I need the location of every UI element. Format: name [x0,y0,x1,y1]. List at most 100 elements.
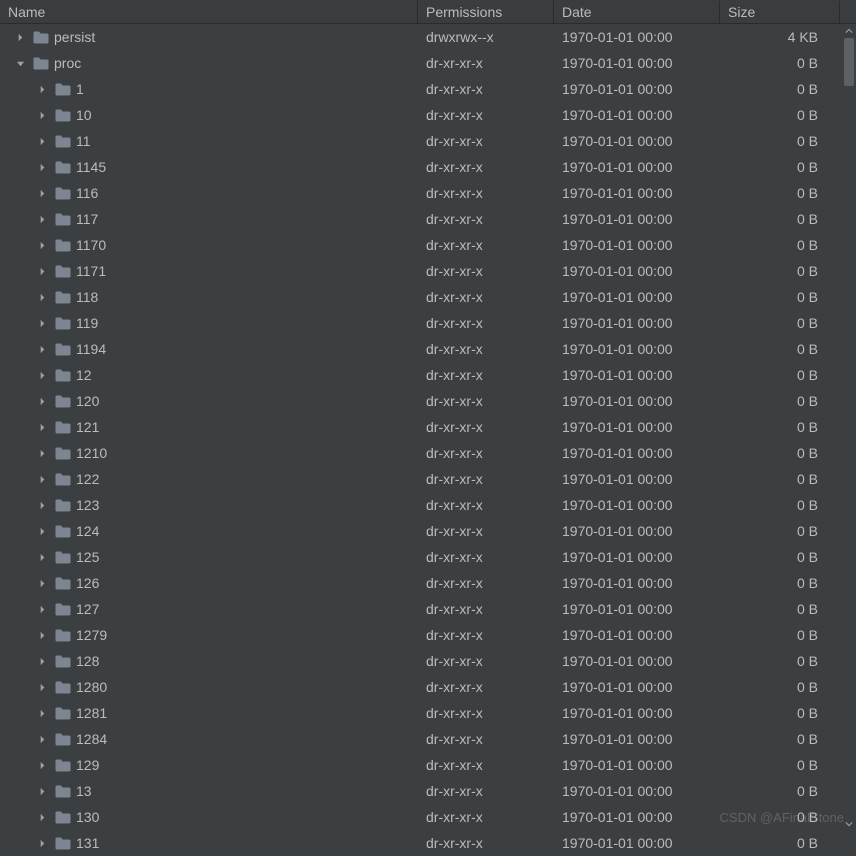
column-header-name[interactable]: Name [0,1,418,23]
table-row[interactable]: 126dr-xr-xr-x1970-01-01 00:000 B [0,570,856,596]
table-row[interactable]: 1170dr-xr-xr-x1970-01-01 00:000 B [0,232,856,258]
name-cell[interactable]: 130 [0,809,418,825]
name-cell[interactable]: 10 [0,107,418,123]
name-cell[interactable]: 1194 [0,341,418,357]
table-row[interactable]: 1280dr-xr-xr-x1970-01-01 00:000 B [0,674,856,700]
name-cell[interactable]: 13 [0,783,418,799]
name-cell[interactable]: 11 [0,133,418,149]
chevron-right-icon[interactable] [34,705,50,721]
chevron-right-icon[interactable] [34,809,50,825]
table-row[interactable]: 119dr-xr-xr-x1970-01-01 00:000 B [0,310,856,336]
table-row[interactable]: 128dr-xr-xr-x1970-01-01 00:000 B [0,648,856,674]
name-cell[interactable]: 1280 [0,679,418,695]
chevron-right-icon[interactable] [34,393,50,409]
chevron-right-icon[interactable] [34,367,50,383]
scrollbar-thumb[interactable] [844,38,854,86]
chevron-right-icon[interactable] [34,601,50,617]
chevron-right-icon[interactable] [12,29,28,45]
chevron-right-icon[interactable] [34,289,50,305]
table-row[interactable]: persistdrwxrwx--x1970-01-01 00:004 KB [0,24,856,50]
table-row[interactable]: 12dr-xr-xr-x1970-01-01 00:000 B [0,362,856,388]
name-cell[interactable]: 125 [0,549,418,565]
chevron-right-icon[interactable] [34,315,50,331]
table-row[interactable]: 123dr-xr-xr-x1970-01-01 00:000 B [0,492,856,518]
table-row[interactable]: 118dr-xr-xr-x1970-01-01 00:000 B [0,284,856,310]
table-row[interactable]: 129dr-xr-xr-x1970-01-01 00:000 B [0,752,856,778]
name-cell[interactable]: 118 [0,289,418,305]
column-header-date[interactable]: Date [554,1,720,23]
table-row[interactable]: 1284dr-xr-xr-x1970-01-01 00:000 B [0,726,856,752]
name-cell[interactable]: 1281 [0,705,418,721]
table-row[interactable]: 121dr-xr-xr-x1970-01-01 00:000 B [0,414,856,440]
column-header-size[interactable]: Size [720,1,840,23]
name-cell[interactable]: 1170 [0,237,418,253]
table-row[interactable]: 11dr-xr-xr-x1970-01-01 00:000 B [0,128,856,154]
name-cell[interactable]: persist [0,29,418,45]
table-row[interactable]: 1145dr-xr-xr-x1970-01-01 00:000 B [0,154,856,180]
scroll-up-arrow-icon[interactable] [842,24,856,38]
name-cell[interactable]: 121 [0,419,418,435]
table-row[interactable]: 1281dr-xr-xr-x1970-01-01 00:000 B [0,700,856,726]
table-row[interactable]: 125dr-xr-xr-x1970-01-01 00:000 B [0,544,856,570]
name-cell[interactable]: 127 [0,601,418,617]
table-row[interactable]: 120dr-xr-xr-x1970-01-01 00:000 B [0,388,856,414]
name-cell[interactable]: 124 [0,523,418,539]
name-cell[interactable]: 1284 [0,731,418,747]
chevron-right-icon[interactable] [34,731,50,747]
chevron-right-icon[interactable] [34,497,50,513]
name-cell[interactable]: 120 [0,393,418,409]
table-row[interactable]: 131dr-xr-xr-x1970-01-01 00:000 B [0,830,856,856]
name-cell[interactable]: 12 [0,367,418,383]
chevron-right-icon[interactable] [34,523,50,539]
name-cell[interactable]: 128 [0,653,418,669]
name-cell[interactable]: 129 [0,757,418,773]
table-row[interactable]: 122dr-xr-xr-x1970-01-01 00:000 B [0,466,856,492]
chevron-right-icon[interactable] [34,159,50,175]
chevron-right-icon[interactable] [34,211,50,227]
name-cell[interactable]: 116 [0,185,418,201]
chevron-right-icon[interactable] [34,653,50,669]
table-row[interactable]: 116dr-xr-xr-x1970-01-01 00:000 B [0,180,856,206]
chevron-right-icon[interactable] [34,237,50,253]
chevron-right-icon[interactable] [34,445,50,461]
chevron-down-icon[interactable] [12,55,28,71]
chevron-right-icon[interactable] [34,471,50,487]
scroll-down-arrow-icon[interactable] [842,817,856,831]
table-row[interactable]: 1210dr-xr-xr-x1970-01-01 00:000 B [0,440,856,466]
chevron-right-icon[interactable] [34,107,50,123]
name-cell[interactable]: proc [0,55,418,71]
name-cell[interactable]: 117 [0,211,418,227]
name-cell[interactable]: 123 [0,497,418,513]
chevron-right-icon[interactable] [34,783,50,799]
name-cell[interactable]: 122 [0,471,418,487]
table-row[interactable]: 130dr-xr-xr-x1970-01-01 00:000 B [0,804,856,830]
name-cell[interactable]: 1 [0,81,418,97]
chevron-right-icon[interactable] [34,81,50,97]
table-row[interactable]: 1171dr-xr-xr-x1970-01-01 00:000 B [0,258,856,284]
chevron-right-icon[interactable] [34,757,50,773]
chevron-right-icon[interactable] [34,133,50,149]
name-cell[interactable]: 119 [0,315,418,331]
name-cell[interactable]: 1171 [0,263,418,279]
chevron-right-icon[interactable] [34,341,50,357]
table-row[interactable]: 10dr-xr-xr-x1970-01-01 00:000 B [0,102,856,128]
vertical-scrollbar[interactable] [842,24,856,831]
chevron-right-icon[interactable] [34,549,50,565]
table-row[interactable]: 13dr-xr-xr-x1970-01-01 00:000 B [0,778,856,804]
chevron-right-icon[interactable] [34,627,50,643]
table-row[interactable]: 124dr-xr-xr-x1970-01-01 00:000 B [0,518,856,544]
chevron-right-icon[interactable] [34,419,50,435]
name-cell[interactable]: 1279 [0,627,418,643]
table-row[interactable]: 1dr-xr-xr-x1970-01-01 00:000 B [0,76,856,102]
chevron-right-icon[interactable] [34,679,50,695]
chevron-right-icon[interactable] [34,185,50,201]
name-cell[interactable]: 131 [0,835,418,851]
name-cell[interactable]: 126 [0,575,418,591]
name-cell[interactable]: 1145 [0,159,418,175]
table-row[interactable]: procdr-xr-xr-x1970-01-01 00:000 B [0,50,856,76]
table-row[interactable]: 127dr-xr-xr-x1970-01-01 00:000 B [0,596,856,622]
table-row[interactable]: 1279dr-xr-xr-x1970-01-01 00:000 B [0,622,856,648]
column-header-permissions[interactable]: Permissions [418,1,554,23]
chevron-right-icon[interactable] [34,263,50,279]
chevron-right-icon[interactable] [34,835,50,851]
